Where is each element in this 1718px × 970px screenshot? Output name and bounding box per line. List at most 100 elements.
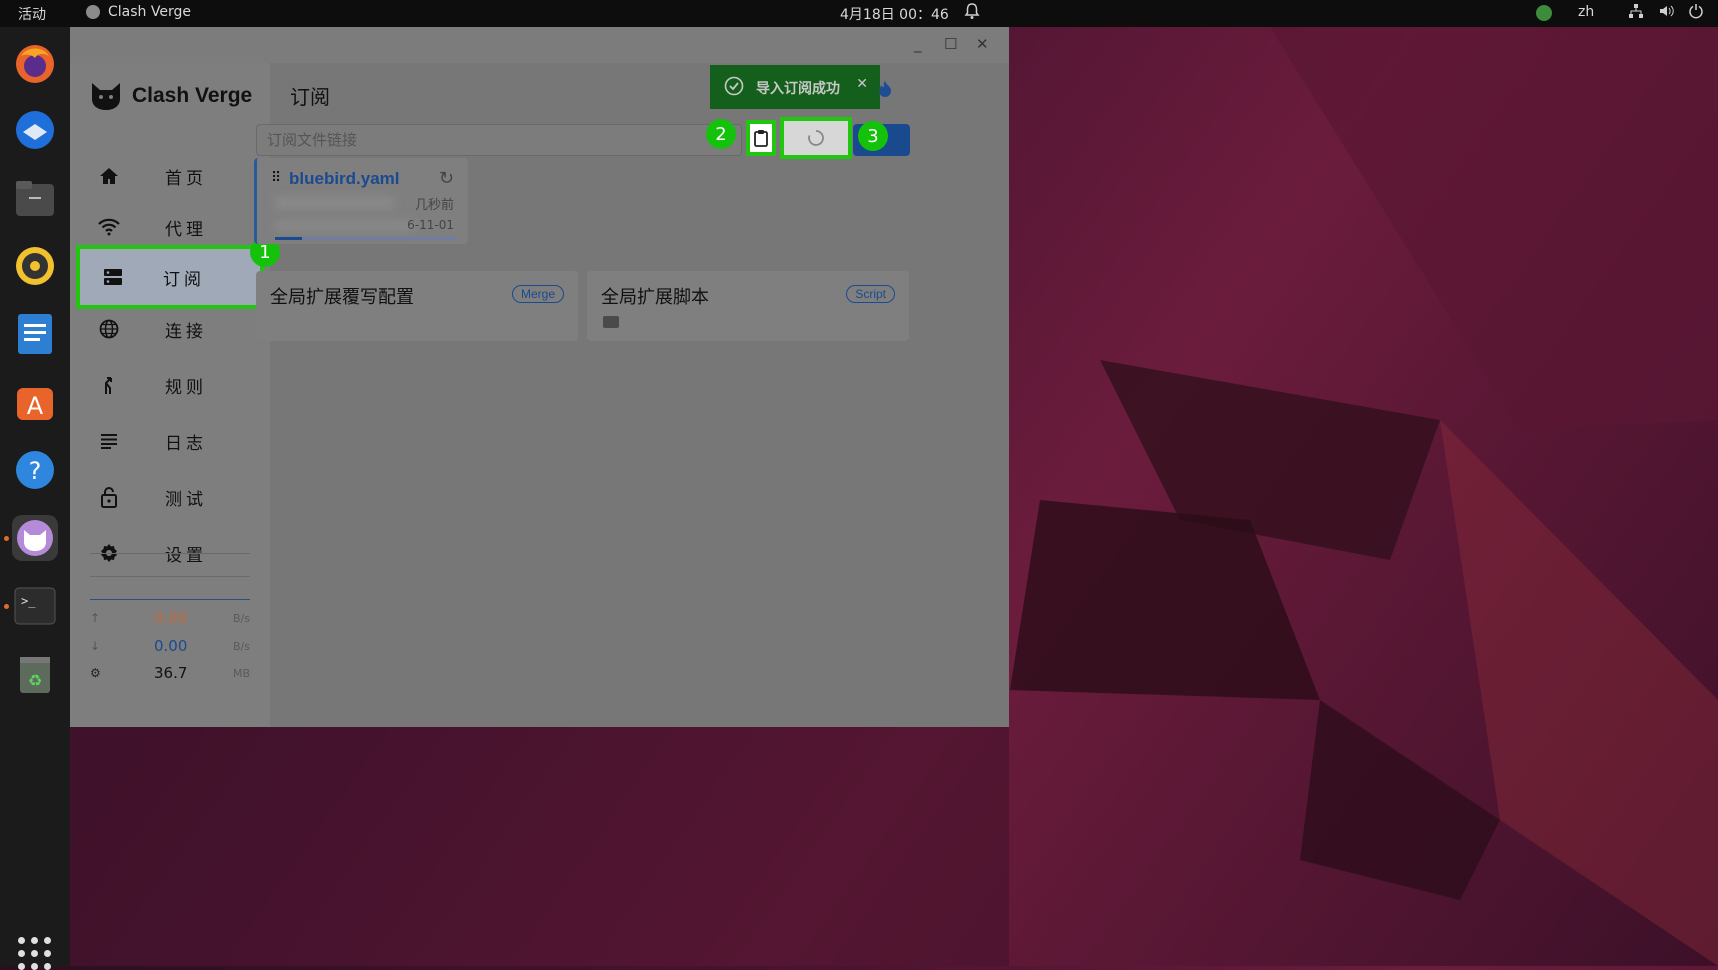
app-center-icon[interactable]: A — [12, 379, 58, 425]
paste-button[interactable] — [746, 120, 776, 156]
clipboard-icon — [754, 130, 768, 147]
step-badge-3: 3 — [858, 121, 888, 151]
nav-test[interactable]: 测试 — [76, 469, 264, 525]
rhythmbox-icon[interactable] — [12, 243, 58, 289]
sidebar: Clash Verge 首页 代理 订阅 连接 规则 日志 测试 设置 ↑ 0.… — [70, 63, 270, 727]
ext-card-tag: Merge — [511, 285, 564, 303]
globe-icon — [96, 316, 122, 342]
ext-card-title: 全局扩展脚本 — [601, 287, 709, 308]
upload-unit: B/s — [233, 612, 250, 625]
terminal-icon[interactable]: >_ — [12, 583, 58, 629]
cat-logo-icon — [92, 83, 120, 110]
storage-icon — [100, 264, 126, 290]
thunderbird-icon[interactable] — [12, 107, 58, 153]
profile-updated: 几秒前 — [414, 198, 454, 213]
ext-card-title: 全局扩展覆写配置 — [270, 287, 414, 308]
network-icon — [1629, 4, 1643, 18]
sidebar-divider — [90, 553, 250, 554]
check-circle-icon — [724, 76, 744, 100]
list-icon — [96, 428, 122, 454]
drag-handle-icon[interactable]: ⠿ — [271, 170, 281, 186]
nav-label: 连接 — [165, 321, 207, 342]
maximize-icon[interactable]: ☐ — [944, 35, 957, 53]
nav-subscription[interactable]: 订阅 — [76, 245, 264, 309]
blurred-text — [275, 220, 415, 232]
arrow-down-icon: ↓ — [90, 639, 101, 653]
app-icon — [86, 5, 100, 19]
arrow-up-icon: ↑ — [90, 611, 101, 625]
svg-text:♻: ♻ — [28, 671, 42, 690]
svg-text:A: A — [27, 392, 44, 420]
profile-expire: 6-11-01 — [407, 218, 454, 232]
profile-card[interactable]: ⠿ bluebird.yaml ↻ 几秒前 6-11-01 — [254, 158, 468, 244]
usage-progress-fill — [275, 237, 302, 240]
nav-label: 规则 — [165, 377, 207, 398]
download-value: 0.00 — [154, 637, 188, 655]
subscription-url-input[interactable] — [256, 124, 742, 156]
power-icon — [1689, 4, 1703, 19]
profile-name: bluebird.yaml — [289, 169, 400, 188]
svg-text:>_: >_ — [21, 594, 36, 608]
app-name: Clash Verge — [108, 4, 191, 20]
volume-icon — [1660, 5, 1674, 17]
ext-card-tag: Script — [846, 285, 895, 303]
success-toast: 导入订阅成功 ✕ — [710, 65, 880, 109]
clock[interactable]: 4月18日 00：46 — [840, 4, 949, 24]
clash-verge-dock-icon[interactable] — [12, 515, 58, 561]
upload-speed: ↑ 0.00 B/s — [90, 609, 250, 631]
files-icon[interactable] — [12, 175, 58, 221]
step-badge-2: 2 — [706, 119, 736, 149]
brand: Clash Verge — [90, 81, 252, 111]
writer-icon[interactable] — [12, 311, 58, 357]
nav-label: 日志 — [165, 433, 207, 454]
script-icon — [603, 316, 619, 328]
usage-progress-track — [275, 237, 457, 240]
memory-unit: MB — [232, 667, 250, 680]
input-language[interactable]: zh — [1578, 4, 1594, 20]
minimize-icon[interactable]: _ — [914, 35, 922, 53]
activities-button[interactable]: 活动 — [18, 4, 46, 24]
home-icon — [96, 163, 122, 189]
lock-icon — [96, 484, 122, 510]
blurred-text — [275, 196, 395, 210]
memory-usage: ⚙ 36.7 MB — [90, 664, 250, 686]
download-unit: B/s — [233, 640, 250, 653]
help-icon[interactable]: ? — [12, 447, 58, 493]
running-indicator — [4, 604, 9, 609]
nav-label: 测试 — [165, 489, 207, 510]
brand-name: Clash Verge — [132, 84, 253, 107]
toast-close-icon[interactable]: ✕ — [856, 76, 868, 92]
global-merge-card[interactable]: 全局扩展覆写配置 Merge — [256, 271, 578, 341]
traffic-graph-line — [90, 599, 250, 600]
dock: A ? >_ ♻ — [0, 27, 70, 970]
fire-icon[interactable] — [877, 80, 893, 103]
toast-message: 导入订阅成功 — [756, 81, 840, 97]
close-icon[interactable]: ✕ — [976, 35, 989, 53]
nav-home[interactable]: 首页 — [76, 148, 264, 204]
nav-connections[interactable]: 连接 — [76, 301, 264, 357]
loading-spinner-icon — [808, 130, 824, 146]
svg-text:?: ? — [29, 457, 42, 485]
global-script-card[interactable]: 全局扩展脚本 Script — [587, 271, 909, 341]
nav-label: 代理 — [165, 219, 207, 240]
trash-icon[interactable]: ♻ — [12, 651, 58, 697]
memory-icon: ⚙ — [90, 666, 101, 680]
page-title: 订阅 — [290, 85, 330, 109]
refresh-icon[interactable]: ↻ — [439, 168, 454, 189]
system-tray[interactable] — [1628, 3, 1704, 19]
bell-icon[interactable] — [964, 2, 980, 24]
nav-logs[interactable]: 日志 — [76, 413, 264, 469]
upload-value: 0.00 — [154, 609, 188, 627]
wifi-icon — [96, 214, 122, 240]
window-titlebar[interactable]: _ ☐ ✕ — [70, 27, 1009, 63]
running-indicator — [4, 536, 9, 541]
sidebar-divider — [90, 576, 250, 577]
nav-rules[interactable]: 规则 — [76, 357, 264, 413]
import-button[interactable] — [780, 117, 852, 159]
memory-value: 36.7 — [154, 664, 188, 682]
show-apps-icon[interactable] — [18, 937, 51, 970]
firefox-icon[interactable] — [12, 41, 58, 87]
focused-app-menu[interactable]: Clash Verge — [86, 4, 191, 20]
clash-tray-icon[interactable] — [1536, 5, 1552, 21]
nav-label: 订阅 — [163, 269, 205, 290]
